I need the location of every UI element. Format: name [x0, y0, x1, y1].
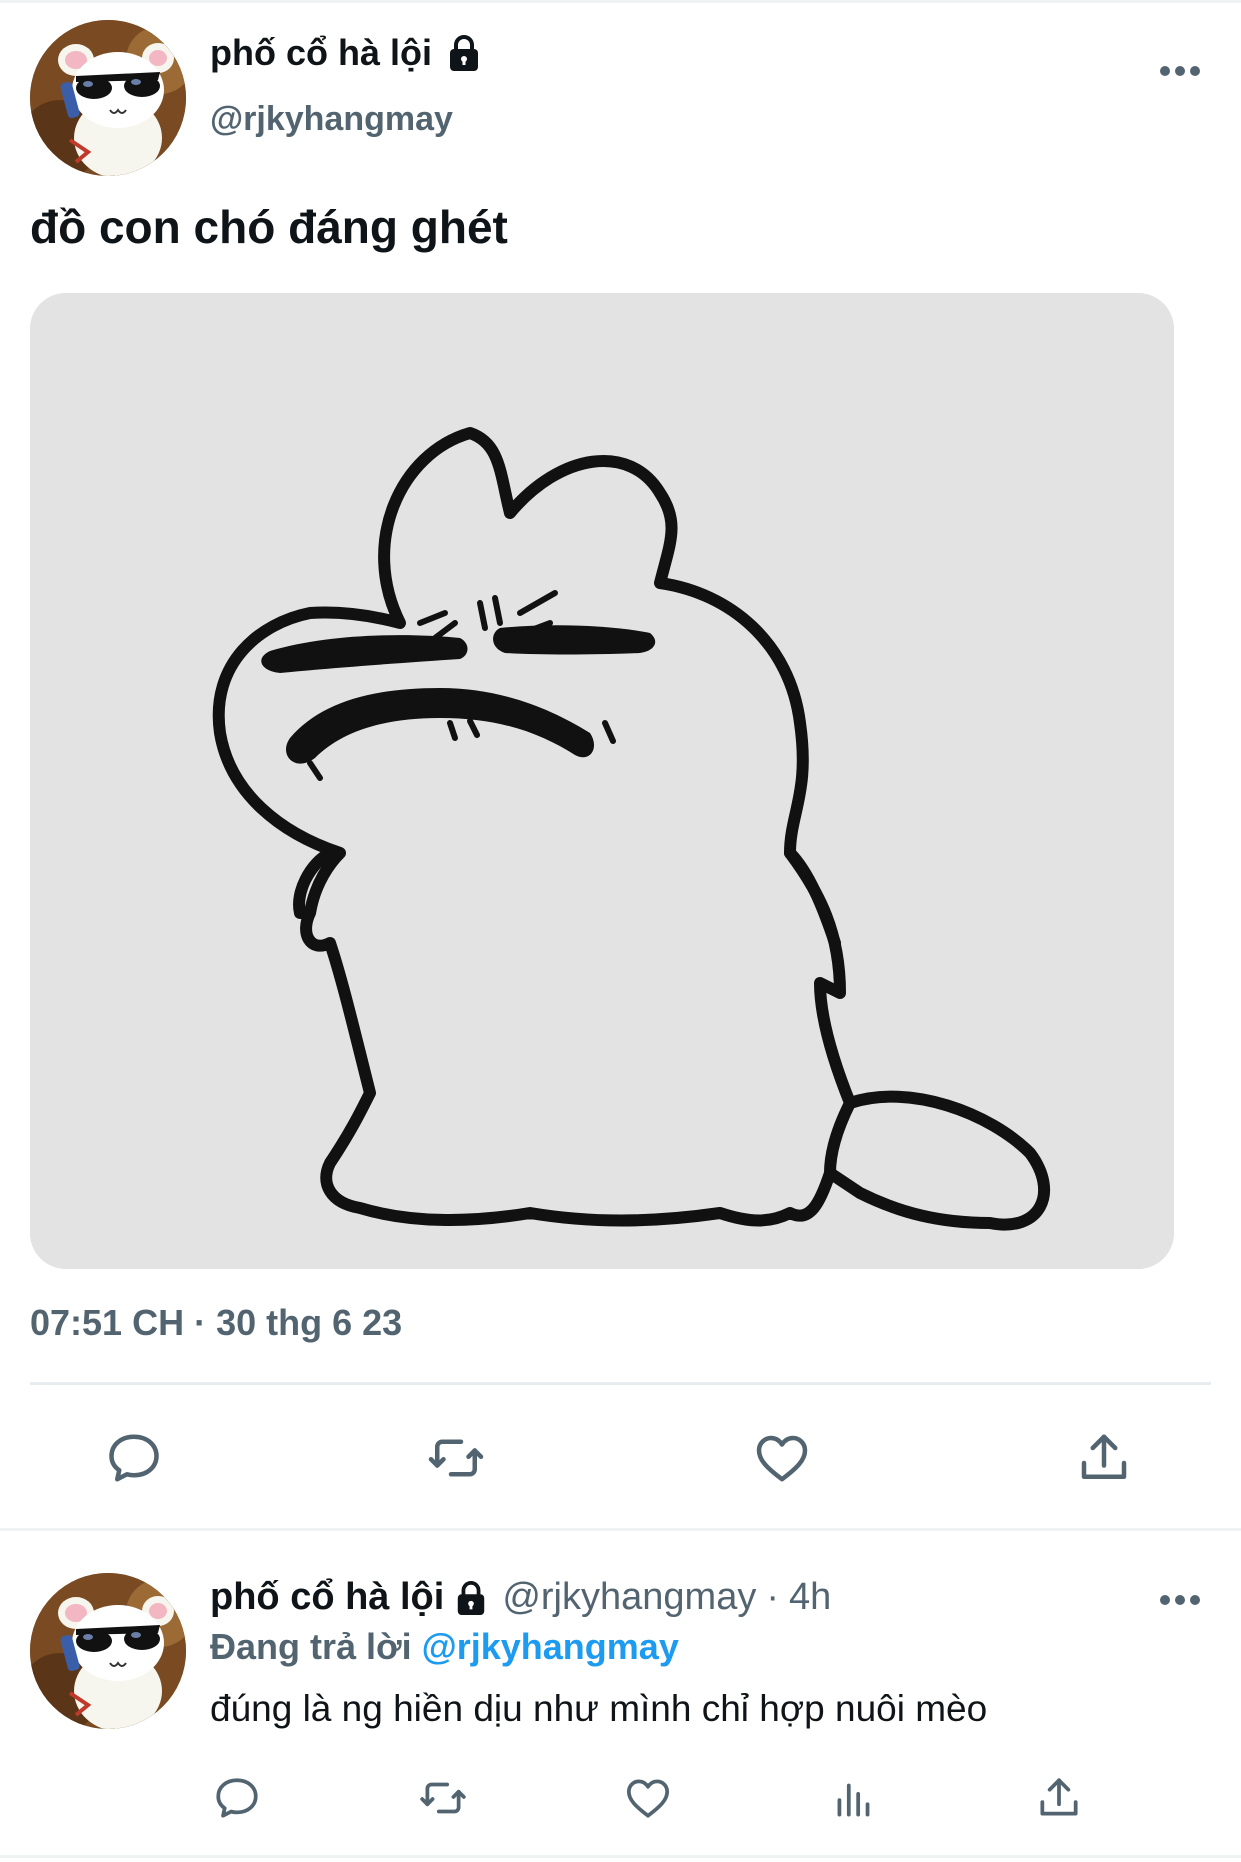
author-name-row[interactable]: phố cổ hà lội [210, 32, 482, 74]
reply-time[interactable]: 4h [789, 1576, 831, 1619]
more-icon[interactable] [1158, 64, 1202, 78]
reply-text: đúng là ng hiền dịu như mình chỉ hợp nuô… [210, 1688, 988, 1729]
reply-author-handle[interactable]: @rjkyhangmay [502, 1576, 756, 1619]
hamster-avatar-image [30, 20, 186, 176]
top-divider [0, 0, 1241, 3]
reply-icon[interactable] [212, 1773, 262, 1823]
share-icon[interactable] [1074, 1428, 1134, 1488]
reply-icon[interactable] [104, 1428, 164, 1488]
section-divider [0, 1528, 1241, 1531]
retweet-icon[interactable] [426, 1428, 486, 1488]
bottom-divider [0, 1855, 1241, 1858]
lock-icon [458, 1580, 485, 1615]
views-icon[interactable] [829, 1773, 879, 1823]
divider [30, 1382, 1211, 1385]
author-handle[interactable]: @rjkyhangmay [210, 100, 453, 139]
lock-icon [450, 35, 478, 71]
tweet-text: đồ con chó đáng ghét [30, 201, 508, 253]
hamster-avatar-image [30, 1573, 186, 1729]
reply-author-name[interactable]: phố cổ hà lội [210, 1576, 444, 1619]
more-icon[interactable] [1158, 1593, 1202, 1607]
grumpy-cat-drawing [30, 293, 1174, 1269]
author-name[interactable]: phố cổ hà lội [210, 32, 432, 74]
replying-to-label: Đang trả lời [210, 1626, 412, 1667]
reply-header: phố cổ hà lội @rjkyhangmay · 4h [210, 1576, 831, 1619]
avatar[interactable] [30, 20, 186, 176]
replying-to: Đang trả lời @rjkyhangmay [210, 1626, 679, 1668]
retweet-icon[interactable] [418, 1773, 468, 1823]
like-icon[interactable] [752, 1428, 812, 1488]
reply-avatar[interactable] [30, 1573, 186, 1729]
tweet-timestamp[interactable]: 07:51 CH · 30 thg 6 23 [30, 1302, 402, 1344]
tweet-media-image[interactable] [30, 293, 1174, 1269]
like-icon[interactable] [623, 1773, 673, 1823]
share-icon[interactable] [1034, 1773, 1084, 1823]
replying-to-mention[interactable]: @rjkyhangmay [422, 1626, 679, 1667]
meta-separator: · [766, 1576, 779, 1618]
